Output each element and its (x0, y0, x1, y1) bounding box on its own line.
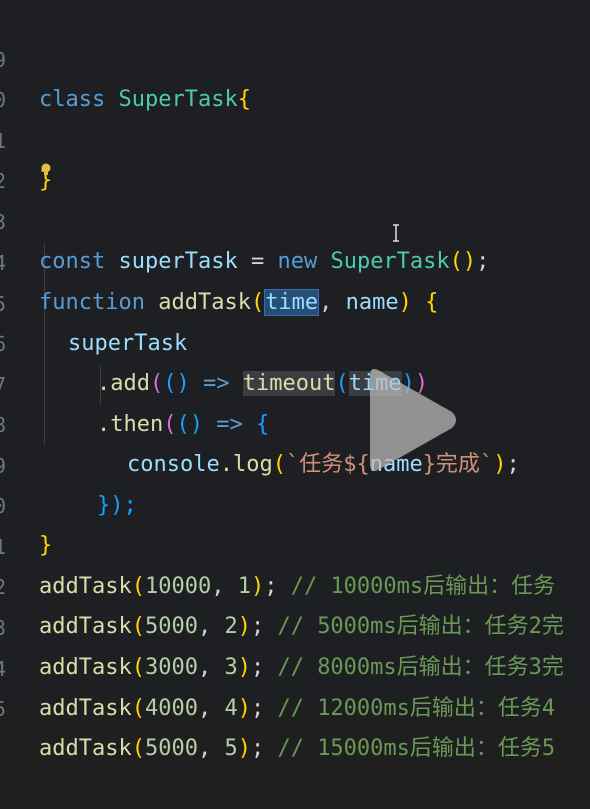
code-line: 3 addTask(3000, 3); // 8000ms后输出：任务3完 (0, 568, 590, 680)
code-line: 1 addTask(10000, 1); // 10000ms后输出：任务 (0, 487, 590, 599)
code-line: 2 addTask(5000, 2); // 5000ms后输出：任务2完 (0, 527, 590, 639)
code-editor[interactable]: 9 class SuperTask{ 0 1 } 2 3 const super… (0, 0, 590, 761)
text-cursor-icon (393, 224, 399, 242)
comment: // 12000ms后输出：任务4 (277, 696, 556, 721)
comment: // 15000ms后输出：任务5 (277, 736, 556, 761)
play-icon[interactable] (364, 362, 460, 478)
code-line: 5 superTask (0, 244, 590, 356)
code-line: 4 addTask(4000, 4); // 12000ms后输出：任务4 (0, 609, 590, 721)
code-line: 4 function addTask(time, name) { (0, 203, 590, 316)
code-line: 6 .add(() => timeout(time)) (0, 284, 590, 396)
code-line: 3 const superTask = new SuperTask(); (0, 162, 590, 274)
code-line: 1 } (0, 81, 590, 193)
code-line: 2 (0, 121, 590, 193)
code-line: 0 (0, 40, 590, 112)
code-line: 9 }); (0, 406, 590, 518)
code-line: 5 addTask(5000, 5); // 15000ms后输出：任务5 (0, 649, 590, 761)
code-line: 9 class SuperTask{ (0, 0, 590, 112)
line-number: 5 (0, 689, 6, 729)
code-line: 8 console.log(`任务${name}完成`); (0, 365, 590, 477)
code-line: 0 } (0, 446, 590, 558)
code-line: 7 .then(() => { (0, 325, 590, 437)
lightbulb-icon[interactable] (40, 163, 52, 177)
